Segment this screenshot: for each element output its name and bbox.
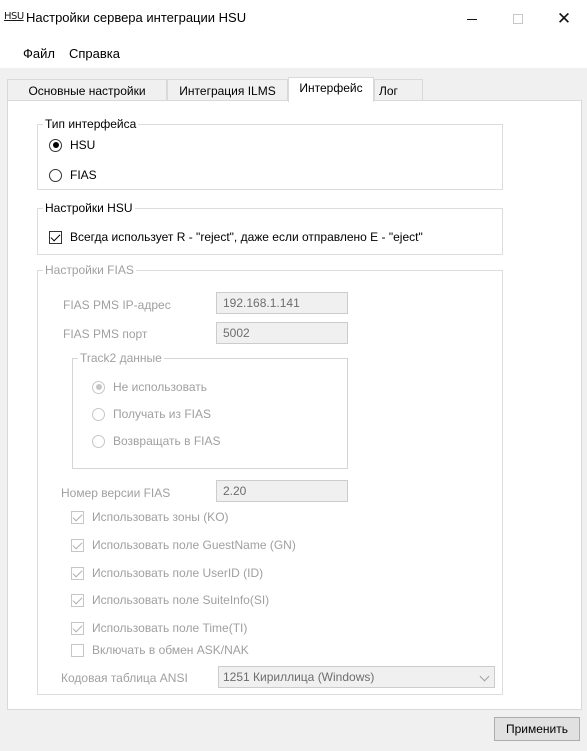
radio-track2-receive-circle[interactable] — [92, 407, 105, 421]
radio-track2-return-label: Возвращать в FIAS — [113, 434, 221, 448]
use-time-checkbox[interactable]: Использовать поле Time(TI) — [71, 621, 247, 635]
always-reject-checkbox[interactable]: Всегда использует R - "reject", даже есл… — [49, 230, 423, 244]
radio-fias[interactable]: FIAS — [49, 168, 97, 182]
use-userid-checkbox[interactable]: Использовать поле UserID (ID) — [71, 566, 263, 580]
chevron-down-icon — [479, 671, 490, 682]
hsu-settings-group: Настройки HSU — [37, 201, 503, 255]
fias-version-input[interactable]: 2.20 — [216, 480, 348, 502]
use-suiteinfo-checkbox[interactable]: Использовать поле SuiteInfo(SI) — [71, 593, 269, 607]
tab-log[interactable]: Лог — [374, 79, 423, 101]
radio-track2-return-circle[interactable] — [92, 434, 105, 448]
title-bar: HSU Настройки сервера интеграции HSU ✕ — [0, 0, 587, 38]
fias-ip-label: FIAS PMS IP-адрес — [63, 298, 171, 312]
fias-port-input[interactable]: 5002 — [216, 322, 348, 344]
use-time-box[interactable] — [71, 621, 84, 635]
radio-track2-return[interactable]: Возвращать в FIAS — [92, 434, 221, 448]
track2-legend: Track2 данные — [80, 351, 162, 365]
radio-hsu[interactable]: HSU — [49, 138, 95, 152]
radio-hsu-label: HSU — [70, 138, 96, 152]
radio-track2-none-label: Не использовать — [113, 380, 207, 394]
use-zones-box[interactable] — [71, 510, 84, 524]
minimize-button[interactable] — [449, 0, 495, 38]
codepage-label: Кодовая таблица ANSI — [61, 671, 188, 685]
use-guestname-box[interactable] — [71, 538, 84, 552]
close-button[interactable]: ✕ — [541, 0, 587, 38]
use-guestname-label: Использовать поле GuestName (GN) — [92, 538, 296, 552]
hsu-settings-legend: Настройки HSU — [45, 201, 133, 215]
minimize-icon — [467, 18, 477, 20]
radio-track2-none[interactable]: Не использовать — [92, 380, 207, 394]
always-reject-label: Всегда использует R - "reject", даже есл… — [70, 230, 423, 244]
use-zones-checkbox[interactable]: Использовать зоны (KO) — [71, 510, 229, 524]
tab-interface[interactable]: Интерфейс — [288, 77, 374, 102]
menu-bar: Файл Справка — [0, 38, 587, 68]
radio-track2-receive-label: Получать из FIAS — [113, 407, 211, 421]
fias-settings-legend: Настройки FIAS — [45, 263, 134, 277]
menu-help[interactable]: Справка — [69, 46, 120, 61]
interface-type-group: Тип интерфейса — [37, 117, 503, 190]
ask-nak-checkbox[interactable]: Включать в обмен ASK/NAK — [71, 643, 249, 657]
close-icon: ✕ — [556, 9, 572, 28]
radio-track2-receive[interactable]: Получать из FIAS — [92, 407, 211, 421]
app-icon: HSU — [4, 11, 24, 22]
always-reject-box[interactable] — [49, 230, 62, 244]
codepage-select[interactable]: 1251 Кириллица (Windows) — [218, 666, 495, 688]
use-guestname-checkbox[interactable]: Использовать поле GuestName (GN) — [71, 538, 296, 552]
maximize-icon — [513, 14, 523, 24]
menu-file[interactable]: Файл — [23, 46, 55, 61]
tab-main-settings[interactable]: Основные настройки — [7, 79, 167, 101]
fias-port-label: FIAS PMS порт — [63, 327, 148, 341]
radio-fias-label: FIAS — [70, 168, 97, 182]
maximize-button[interactable] — [495, 0, 541, 38]
window-title: Настройки сервера интеграции HSU — [26, 10, 247, 25]
tab-strip: Основные настройки Интеграция ILMS Интер… — [7, 77, 582, 102]
ask-nak-box[interactable] — [71, 643, 84, 657]
radio-hsu-circle[interactable] — [49, 138, 62, 152]
radio-track2-none-circle[interactable] — [92, 380, 105, 394]
tab-ilms-integration[interactable]: Интеграция ILMS — [167, 79, 288, 101]
use-userid-box[interactable] — [71, 566, 84, 580]
interface-tab-panel: Тип интерфейса HSU FIAS Настройки HSU Вс… — [7, 100, 582, 710]
apply-button[interactable]: Применить — [494, 717, 580, 741]
use-time-label: Использовать поле Time(TI) — [92, 621, 248, 635]
use-suiteinfo-box[interactable] — [71, 593, 84, 607]
use-zones-label: Использовать зоны (KO) — [92, 510, 229, 524]
codepage-value: 1251 Кириллица (Windows) — [223, 670, 375, 684]
ask-nak-label: Включать в обмен ASK/NAK — [92, 643, 249, 657]
fias-version-label: Номер версии FIAS — [61, 486, 171, 500]
fias-ip-input[interactable]: 192.168.1.141 — [216, 292, 348, 314]
interface-type-legend: Тип интерфейса — [45, 117, 137, 131]
use-suiteinfo-label: Использовать поле SuiteInfo(SI) — [92, 593, 270, 607]
use-userid-label: Использовать поле UserID (ID) — [92, 566, 264, 580]
radio-fias-circle[interactable] — [49, 168, 62, 182]
